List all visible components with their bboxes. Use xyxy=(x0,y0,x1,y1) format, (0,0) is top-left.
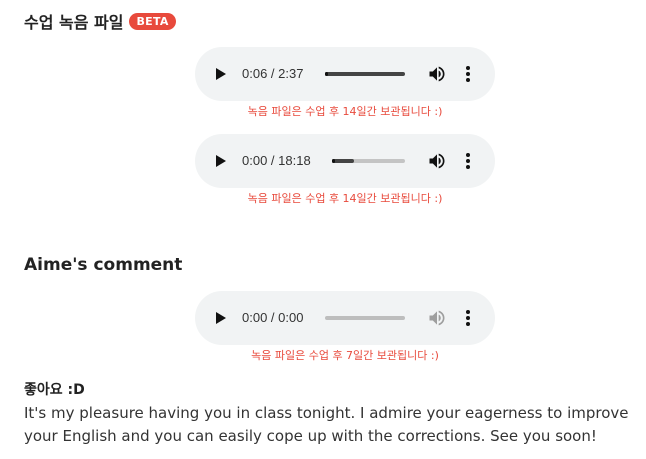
audio-player-3: 0:00 / 0:00 xyxy=(195,291,495,345)
seek-bar[interactable] xyxy=(332,159,405,163)
player-time: 0:00 / 0:00 xyxy=(242,310,304,325)
volume-icon[interactable] xyxy=(427,151,447,171)
seek-buffered xyxy=(332,159,354,163)
retention-note-2: 녹음 파일은 수업 후 14일간 보관됩니다 :) xyxy=(247,192,443,205)
more-vert-icon[interactable] xyxy=(462,151,474,171)
audio-player-1: 0:06 / 2:37 xyxy=(195,47,495,101)
player-time: 0:00 / 18:18 xyxy=(242,153,311,168)
play-icon[interactable] xyxy=(216,155,226,167)
seek-bar[interactable] xyxy=(325,72,405,76)
comment-section-title: Aime's comment xyxy=(24,255,182,275)
comment-label: 좋아요 :D xyxy=(24,382,85,398)
audio-player-2: 0:00 / 18:18 xyxy=(195,134,495,188)
player-time: 0:06 / 2:37 xyxy=(242,66,304,81)
play-icon[interactable] xyxy=(216,68,226,80)
more-vert-icon[interactable] xyxy=(462,64,474,84)
seek-progress xyxy=(325,72,328,76)
retention-note-1: 녹음 파일은 수업 후 14일간 보관됩니다 :) xyxy=(247,105,443,118)
volume-icon[interactable] xyxy=(427,308,447,328)
beta-badge: BETA xyxy=(129,12,176,30)
recordings-section-title: 수업 녹음 파일 BETA xyxy=(24,9,176,33)
comment-title-text: Aime's comment xyxy=(24,255,183,275)
volume-icon[interactable] xyxy=(427,64,447,84)
more-vert-icon[interactable] xyxy=(462,308,474,328)
seek-bar[interactable] xyxy=(325,316,405,320)
retention-note-3: 녹음 파일은 수업 후 7일간 보관됩니다 :) xyxy=(251,349,439,362)
seek-progress xyxy=(332,159,335,163)
recordings-title-text: 수업 녹음 파일 xyxy=(24,13,124,32)
comment-body: It's my pleasure having you in class ton… xyxy=(24,404,629,445)
play-icon[interactable] xyxy=(216,312,226,324)
